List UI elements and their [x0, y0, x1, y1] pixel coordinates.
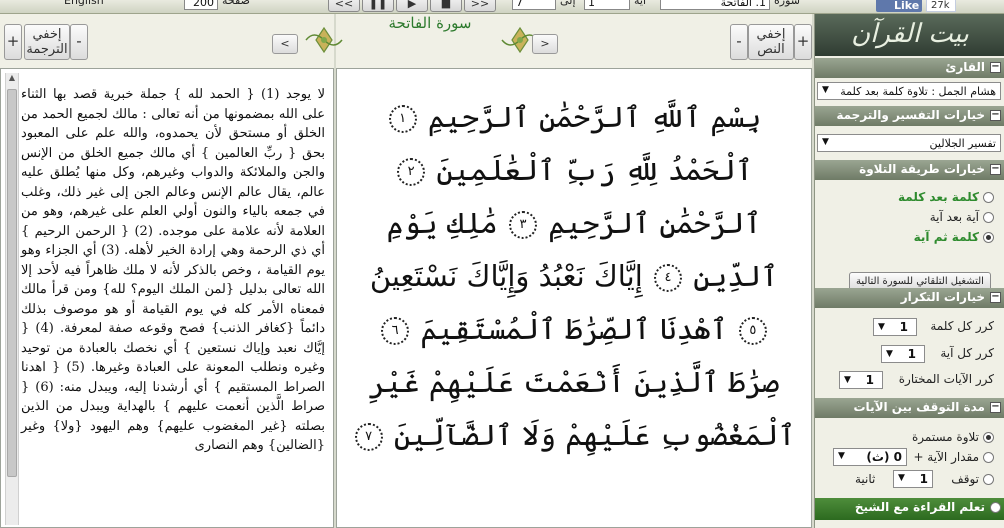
surah-select[interactable]: 1. الفاتحة	[660, 0, 770, 10]
repeat-ayah-label: كرر كل آية	[940, 346, 994, 360]
repeat-selected-select[interactable]: 1 ▼	[839, 371, 883, 389]
ayah-text[interactable]: صِرَٰطَ ٱلَّذِينَ أَنْعَمْتَ عَلَيْهِمْ …	[369, 365, 796, 452]
reciter-section-header[interactable]: القارئ −	[815, 58, 1004, 78]
radio-word-then-ayah[interactable]: كلمة ثم آية	[914, 230, 994, 248]
ayah-number-marker[interactable]: ٦	[381, 317, 410, 345]
forward-icon: >>	[470, 0, 490, 10]
radio-continuous[interactable]: تلاوة مستمرة	[912, 430, 994, 448]
reciter-select[interactable]: هشام الجمل : تلاوة كلمة بعد كلمة ▼	[817, 82, 1001, 100]
ayah-text[interactable]: ٱهْدِنَا ٱلصِّرَٰطَ ٱلْمُسْتَقِيمَ	[420, 312, 727, 346]
radio-icon[interactable]	[983, 452, 994, 463]
options-sidebar: بيت القرآن القارئ − هشام الجمل : تلاوة ك…	[814, 14, 1004, 528]
prev-surah-button[interactable]: <	[272, 34, 298, 54]
radio-word-by-word[interactable]: كلمة بعد كلمة	[898, 190, 994, 208]
radio-pause[interactable]: توقف	[951, 472, 994, 490]
ayah-number-marker[interactable]: ٧	[354, 423, 383, 451]
radio-icon[interactable]	[983, 432, 994, 443]
forward-button[interactable]: >>	[464, 0, 496, 12]
tafsir-panel: ▲ لا يوجد (1) { الحمد لله } جملة خبرية ق…	[0, 68, 334, 528]
tafsir-font-decrease-button[interactable]: -	[70, 24, 88, 60]
app-window: English 200 صفحة << ❚❚ ▶ ■ >> 7 إلى 1 آي…	[0, 0, 1004, 528]
to-label: إلى	[560, 0, 576, 7]
quran-font-increase-button[interactable]: +	[794, 24, 812, 60]
radio-ayah-by-ayah[interactable]: آية بعد آية	[930, 210, 994, 228]
ayah-number-marker[interactable]: ١	[388, 105, 417, 133]
zoom-input[interactable]: 200	[184, 0, 218, 10]
radio-icon[interactable]	[990, 502, 1001, 513]
learn-with-sheikh-header[interactable]: تعلم القراءة مع الشيخ	[815, 498, 1004, 520]
pause-button[interactable]: ❚❚	[362, 0, 394, 12]
pause-icon: ❚❚	[368, 0, 388, 10]
collapse-icon[interactable]: −	[990, 164, 1001, 175]
collapse-icon[interactable]: −	[990, 62, 1001, 73]
radio-icon[interactable]	[983, 212, 994, 223]
chevron-down-icon: ▼	[838, 451, 845, 461]
chevron-down-icon: ▼	[878, 322, 885, 332]
recitation-section-header[interactable]: خيارات طريقة التلاوة −	[815, 160, 1004, 180]
play-button[interactable]: ▶	[396, 0, 428, 12]
ayah-number-marker[interactable]: ٣	[509, 211, 538, 239]
seconds-label: ثانية	[855, 472, 876, 486]
scroll-thumb[interactable]	[7, 89, 17, 477]
collapse-icon[interactable]: −	[990, 110, 1001, 121]
scroll-up-icon[interactable]: ▲	[6, 73, 18, 87]
repeat-section-header[interactable]: خيارات التكرار −	[815, 288, 1004, 308]
quran-text: بِسْمِ ٱللَّهِ ٱلرَّحْمَٰنِ ٱلرَّحِيمِ ١…	[351, 91, 797, 462]
chevron-down-icon: ▼	[844, 375, 851, 385]
tafsir-scrollbar[interactable]: ▲	[5, 73, 19, 525]
page-label: صفحة	[222, 0, 250, 7]
ornament-left-icon	[305, 26, 343, 54]
chevron-down-icon: ▼	[886, 349, 893, 359]
like-button[interactable]: Like	[876, 0, 922, 12]
ayah-text[interactable]: ٱلْحَمْدُ لِلَّهِ رَبِّ ٱلْعَٰلَمِينَ	[436, 153, 753, 187]
radio-icon[interactable]	[983, 192, 994, 203]
ayah-length-select[interactable]: 0 (ث) ▼	[833, 448, 907, 466]
tafsir-font-increase-button[interactable]: +	[4, 24, 22, 60]
pause-seconds-select[interactable]: 1 ▼	[893, 470, 933, 488]
quran-panel: بِسْمِ ٱللَّهِ ٱلرَّحْمَٰنِ ٱلرَّحِيمِ ١…	[336, 68, 812, 528]
like-count: 27k	[926, 0, 956, 12]
stop-button[interactable]: ■	[430, 0, 462, 12]
chevron-down-icon: ▼	[822, 85, 829, 95]
surah-title: سورة الفاتحة	[388, 14, 472, 32]
radio-icon[interactable]	[983, 474, 994, 485]
rewind-icon: <<	[334, 0, 354, 10]
chevron-down-icon: ▼	[822, 137, 829, 147]
rewind-button[interactable]: <<	[328, 0, 360, 12]
quran-font-decrease-button[interactable]: -	[730, 24, 748, 60]
hide-text-button[interactable]: إخفي النص	[748, 24, 794, 60]
ayah-number-marker[interactable]: ٤	[653, 264, 682, 292]
ayah-label: آية	[634, 0, 647, 7]
stop-icon: ■	[440, 0, 452, 10]
collapse-icon[interactable]: −	[990, 402, 1001, 413]
surah-label: سورة	[774, 0, 800, 7]
tafsir-text: لا يوجد (1) { الحمد لله } جملة خبرية قصد…	[21, 87, 326, 453]
ayah-number-marker[interactable]: ٥	[738, 317, 767, 345]
repeat-word-select[interactable]: 1 ▼	[873, 318, 917, 336]
repeat-selected-label: كرر الآيات المختارة	[898, 372, 994, 386]
ayah-text[interactable]: ٱلرَّحْمَٰنِ ٱلرَّحِيمِ	[548, 206, 761, 240]
play-icon: ▶	[407, 0, 417, 10]
radio-ayah-length[interactable]: مقدار الآية +	[913, 450, 994, 468]
ayah-number-marker[interactable]: ٢	[397, 158, 426, 186]
ayah-select[interactable]: 1	[584, 0, 630, 10]
tafsir-section-header[interactable]: خيارات التفسير والترجمة −	[815, 106, 1004, 126]
hide-translation-button[interactable]: إخفي الترجمة	[24, 24, 70, 60]
site-logo: بيت القرآن	[815, 14, 1004, 56]
ayah-text[interactable]: إِيَّاكَ نَعْبُدُ وَإِيَّاكَ نَسْتَعِينُ	[370, 259, 643, 293]
pause-section-header[interactable]: مدة التوقف بين الآيات −	[815, 398, 1004, 418]
chevron-down-icon: ▼	[898, 473, 905, 483]
collapse-icon[interactable]: −	[990, 292, 1001, 303]
to-ayah-select[interactable]: 7	[512, 0, 556, 10]
language-link[interactable]: English	[64, 0, 104, 12]
repeat-word-label: كرر كل كلمة	[930, 319, 994, 333]
next-surah-button[interactable]: >	[532, 34, 558, 54]
radio-icon[interactable]	[983, 232, 994, 243]
ayah-text[interactable]: بِسْمِ ٱللَّهِ ٱلرَّحْمَٰنِ ٱلرَّحِيمِ	[428, 100, 762, 134]
tafsir-select[interactable]: تفسير الجلالين ▼	[817, 134, 1001, 152]
repeat-ayah-select[interactable]: 1 ▼	[881, 345, 925, 363]
top-toolbar: English 200 صفحة << ❚❚ ▶ ■ >> 7 إلى 1 آي…	[0, 0, 1004, 14]
